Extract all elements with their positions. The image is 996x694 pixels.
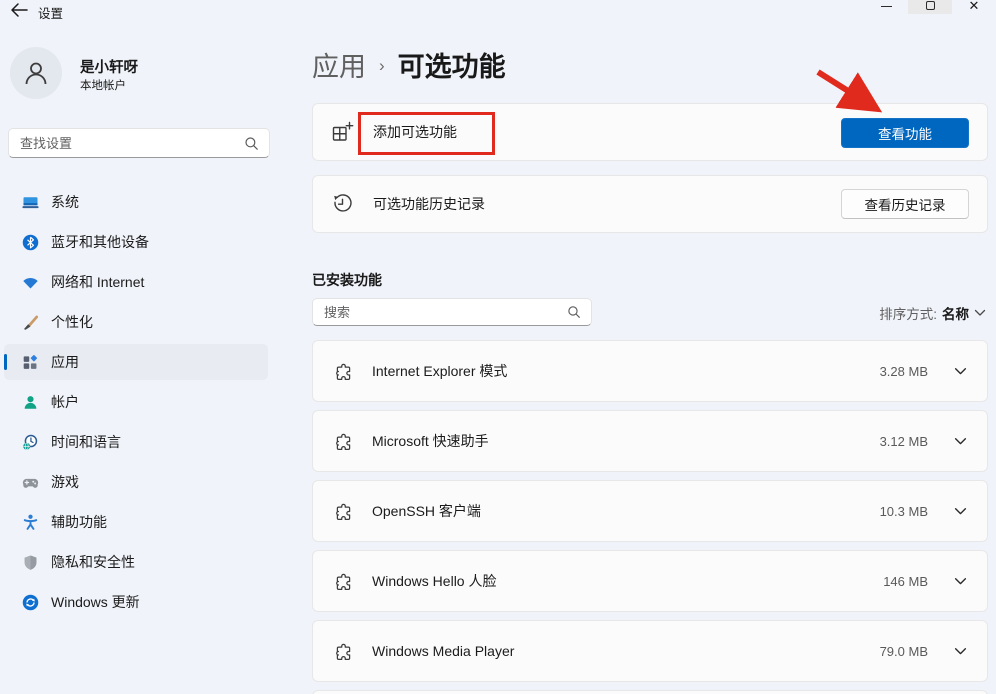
feature-history-card: 可选功能历史记录 查看历史记录 <box>312 175 988 233</box>
accounts-icon <box>22 394 39 411</box>
sidebar-item-label: 系统 <box>51 192 79 212</box>
feature-history-label: 可选功能历史记录 <box>373 194 485 214</box>
window-title: 设置 <box>38 3 63 22</box>
chevron-down-icon[interactable] <box>954 577 967 586</box>
sidebar-item-network[interactable]: 网络和 Internet <box>0 262 280 302</box>
search-icon <box>244 136 259 151</box>
gaming-icon <box>22 474 39 491</box>
feature-name: Internet Explorer 模式 <box>372 361 880 381</box>
breadcrumb-separator: › <box>379 56 385 76</box>
minimize-icon <box>881 6 892 7</box>
annotation-highlight-box <box>358 112 495 155</box>
feature-name: Microsoft 快速助手 <box>372 431 880 451</box>
settings-search-box[interactable] <box>8 128 270 158</box>
window-controls: ✕ <box>856 0 996 14</box>
puzzle-icon <box>333 431 354 452</box>
sidebar-item-privacy[interactable]: 隐私和安全性 <box>0 542 280 582</box>
sidebar-item-gaming[interactable]: 游戏 <box>0 462 280 502</box>
selected-indicator <box>4 354 7 370</box>
back-icon[interactable] <box>10 2 28 18</box>
installed-features-heading: 已安装功能 <box>312 270 382 290</box>
sidebar-item-label: Windows 更新 <box>51 592 140 612</box>
sidebar-item-personalization[interactable]: 个性化 <box>0 302 280 342</box>
puzzle-icon <box>333 361 354 382</box>
sidebar-item-apps[interactable]: 应用 <box>0 342 280 382</box>
sidebar-item-windows-update[interactable]: Windows 更新 <box>0 582 280 622</box>
feature-search-box[interactable] <box>312 298 592 326</box>
chevron-down-icon[interactable] <box>954 437 967 446</box>
sidebar-item-label: 应用 <box>51 352 79 372</box>
sort-control[interactable]: 排序方式: 名称 <box>879 303 986 323</box>
feature-size: 146 MB <box>883 574 928 589</box>
chevron-down-icon[interactable] <box>954 647 967 656</box>
feature-row-partial <box>312 690 988 694</box>
settings-search-input[interactable] <box>9 136 244 151</box>
page-title: 可选功能 <box>398 45 506 84</box>
sidebar-item-time-language[interactable]: 时间和语言 <box>0 422 280 462</box>
apps-icon <box>22 354 39 371</box>
accessibility-icon <box>22 514 39 531</box>
feature-size: 3.12 MB <box>880 434 928 449</box>
feature-row-windows-hello-face[interactable]: Windows Hello 人脸 146 MB <box>312 550 988 612</box>
chevron-down-icon <box>974 309 986 317</box>
feature-row-quick-assist[interactable]: Microsoft 快速助手 3.12 MB <box>312 410 988 472</box>
feature-search-input[interactable] <box>313 305 567 320</box>
feature-row-internet-explorer-mode[interactable]: Internet Explorer 模式 3.28 MB <box>312 340 988 402</box>
sidebar-item-label: 网络和 Internet <box>51 272 144 292</box>
sidebar-item-label: 时间和语言 <box>51 432 121 452</box>
sidebar-item-accounts[interactable]: 帐户 <box>0 382 280 422</box>
feature-row-openssh-client[interactable]: OpenSSH 客户端 10.3 MB <box>312 480 988 542</box>
sidebar-item-label: 蓝牙和其他设备 <box>51 232 149 252</box>
sidebar-item-bluetooth[interactable]: 蓝牙和其他设备 <box>0 222 280 262</box>
view-features-button[interactable]: 查看功能 <box>841 118 969 148</box>
restore-icon <box>926 1 935 10</box>
windows-update-icon <box>22 594 39 611</box>
history-icon <box>331 193 354 216</box>
sidebar-nav: 系统 蓝牙和其他设备 网络和 Internet 个性化 <box>0 182 280 622</box>
puzzle-icon <box>333 571 354 592</box>
close-icon: ✕ <box>969 0 980 14</box>
close-button[interactable]: ✕ <box>952 0 996 14</box>
feature-row-windows-media-player[interactable]: Windows Media Player 79.0 MB <box>312 620 988 682</box>
sidebar-item-label: 游戏 <box>51 472 79 492</box>
breadcrumb-parent[interactable]: 应用 <box>312 45 366 84</box>
view-history-button[interactable]: 查看历史记录 <box>841 189 969 219</box>
puzzle-icon <box>333 501 354 522</box>
minimize-button[interactable] <box>864 0 908 14</box>
avatar[interactable] <box>10 47 62 99</box>
time-language-icon <box>22 434 39 451</box>
sidebar-item-label: 个性化 <box>51 312 93 332</box>
system-icon <box>22 194 39 211</box>
bluetooth-icon <box>22 234 39 251</box>
feature-size: 79.0 MB <box>880 644 928 659</box>
feature-name: Windows Media Player <box>372 643 880 659</box>
chevron-down-icon[interactable] <box>954 507 967 516</box>
profile-account-type: 本地帐户 <box>80 77 126 93</box>
feature-name: OpenSSH 客户端 <box>372 501 880 521</box>
privacy-icon <box>22 554 39 571</box>
sort-label: 排序方式: <box>879 303 937 323</box>
feature-name: Windows Hello 人脸 <box>372 571 883 591</box>
feature-size: 3.28 MB <box>880 364 928 379</box>
maximize-button[interactable] <box>908 0 952 14</box>
puzzle-icon <box>333 641 354 662</box>
person-icon <box>21 58 51 88</box>
sidebar-item-accessibility[interactable]: 辅助功能 <box>0 502 280 542</box>
sidebar-item-system[interactable]: 系统 <box>0 182 280 222</box>
personalization-icon <box>22 314 39 331</box>
network-icon <box>22 274 39 291</box>
sidebar-item-label: 隐私和安全性 <box>51 552 135 572</box>
sidebar-item-label: 帐户 <box>51 392 79 412</box>
feature-size: 10.3 MB <box>880 504 928 519</box>
add-feature-icon <box>331 121 354 144</box>
breadcrumb: 应用 › 可选功能 <box>312 45 506 84</box>
sidebar-item-label: 辅助功能 <box>51 512 107 532</box>
profile-name: 是小轩呀 <box>80 56 138 77</box>
add-optional-feature-card: 添加可选功能 查看功能 <box>312 103 988 161</box>
sort-value: 名称 <box>942 303 969 323</box>
chevron-down-icon[interactable] <box>954 367 967 376</box>
search-icon <box>567 305 581 319</box>
